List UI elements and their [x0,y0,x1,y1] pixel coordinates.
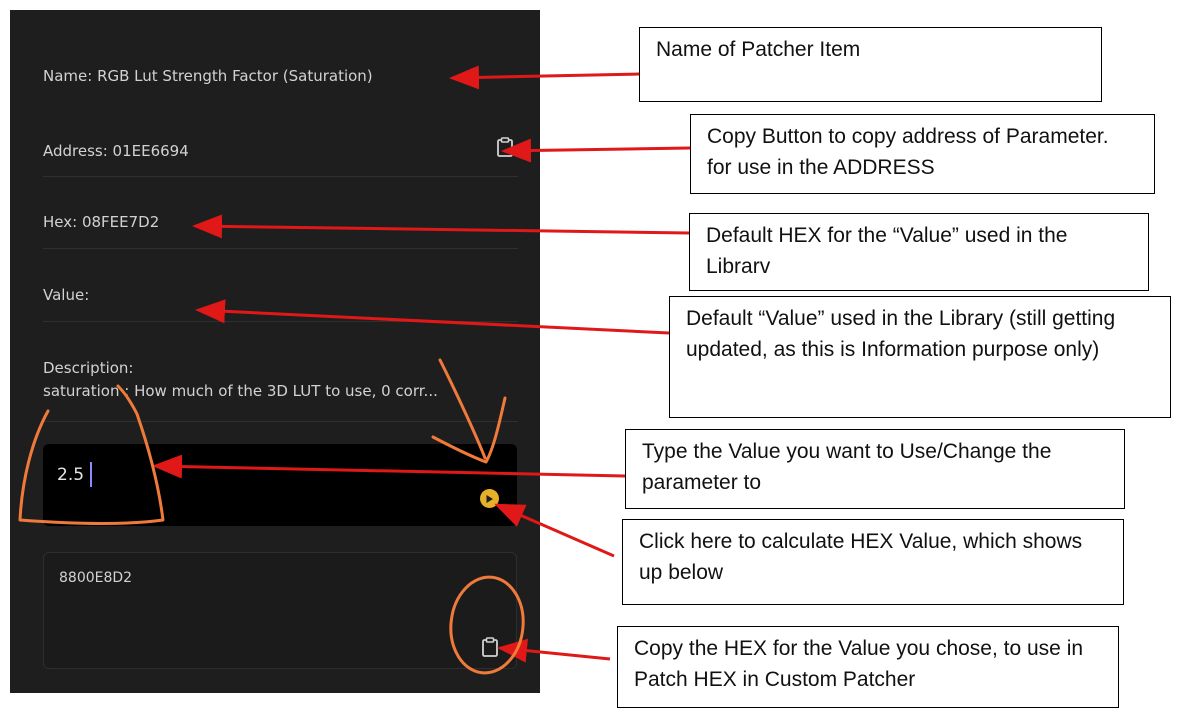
arrow-to-calculate [494,503,615,558]
arrow-to-value [195,299,670,335]
marker-circle-input [18,384,165,525]
annotation-overlay [18,65,691,675]
marker-circle-copy-hex [449,575,525,675]
arrow-to-name [449,65,640,90]
arrow-to-copy-address [501,138,691,163]
marker-arrow-calculate [431,358,507,464]
arrow-to-input [152,454,626,479]
arrow-to-hex [192,214,690,239]
